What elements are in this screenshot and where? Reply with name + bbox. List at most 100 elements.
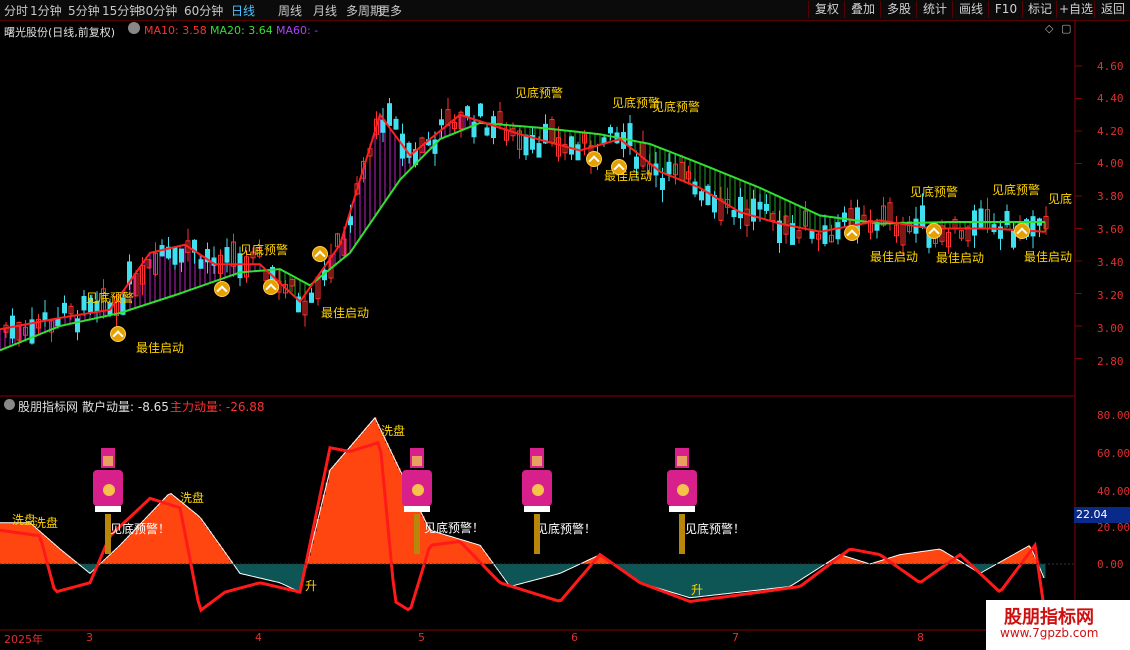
candle-body <box>393 118 399 130</box>
wash-label: 洗盘 <box>180 491 205 505</box>
candle-body <box>523 134 529 156</box>
date-label: 3 <box>86 631 93 644</box>
candle-body <box>835 222 841 240</box>
rise-label: 升 <box>305 579 318 593</box>
candle-body <box>699 191 704 201</box>
warning-label: 见底预警 <box>86 291 135 305</box>
wash-label: 洗盘 <box>34 516 59 530</box>
ma10-line <box>0 112 1046 331</box>
start-marker-icon <box>312 246 328 262</box>
candle-body <box>978 208 984 229</box>
y-tick: 3.00 <box>1097 322 1124 335</box>
date-label: 4 <box>255 631 262 644</box>
retail-momentum-label: 散户动量: -8.65 <box>82 400 169 414</box>
candle-body <box>809 230 815 239</box>
candle-body <box>569 136 574 155</box>
candle-body <box>198 259 204 269</box>
y-tick: 3.60 <box>1097 223 1124 236</box>
ma20-line <box>0 121 1045 352</box>
date-label: 6 <box>571 631 578 644</box>
candle-body <box>731 209 737 218</box>
candle-body <box>309 292 314 303</box>
candle-body <box>764 203 769 211</box>
candle-body <box>55 318 61 326</box>
date-label: 7 <box>732 631 739 644</box>
chevron-down-icon[interactable] <box>4 399 15 410</box>
start-marker-icon <box>1014 223 1030 239</box>
candle-body <box>179 248 184 263</box>
warning-text: 见底预警！ <box>110 522 171 536</box>
y-tick: 3.40 <box>1097 256 1124 269</box>
candle-body <box>75 318 80 333</box>
candle-body <box>660 177 665 190</box>
y-tick: 3.20 <box>1097 289 1124 302</box>
candle-body <box>692 181 698 195</box>
warning-label: 见底预警 <box>910 185 959 199</box>
warning-text: 见底预警！ <box>424 521 485 535</box>
candle-body <box>666 161 672 175</box>
candle-body <box>842 212 847 222</box>
candle-body <box>575 144 581 161</box>
start-label: 最佳启动 <box>1024 250 1073 264</box>
warning-text: 见底预警！ <box>685 522 746 536</box>
date-label: 8 <box>917 631 924 644</box>
candle-body <box>608 127 613 134</box>
candle-body <box>224 247 230 263</box>
candle-body <box>484 127 490 136</box>
candle-body <box>822 225 828 245</box>
date-label: 2025年 <box>4 633 43 646</box>
watermark-logo: 股朋指标网 www.7gpzb.com <box>986 600 1130 650</box>
candle-body <box>920 205 925 228</box>
start-label: 最佳启动 <box>136 341 185 355</box>
wash-label: 洗盘 <box>12 513 37 527</box>
start-label: 最佳启动 <box>870 250 919 264</box>
y-tick: 4.00 <box>1097 157 1124 170</box>
warning-text: 见底预警！ <box>536 522 597 536</box>
start-marker-icon <box>214 281 230 297</box>
wash-label: 洗盘 <box>381 424 406 438</box>
indicator-y-tick: 60.00 <box>1097 447 1130 460</box>
y-tick: 4.20 <box>1097 125 1124 138</box>
start-marker-icon <box>263 279 279 295</box>
kline-chart[interactable] <box>0 0 1130 650</box>
candle-body <box>757 201 763 210</box>
warning-label: 见底预警 <box>652 100 701 114</box>
warning-label: 见底预警 <box>240 243 289 257</box>
indicator-y-tick: 80.00 <box>1097 409 1130 422</box>
warning-label: 见底预警 <box>515 86 564 100</box>
candle-body <box>738 196 743 219</box>
candle-body <box>1030 216 1036 237</box>
y-tick: 4.60 <box>1097 60 1124 73</box>
indicator-name: 股朋指标网 <box>18 400 79 414</box>
warning-label-edge: 见底 <box>1048 192 1073 206</box>
main-momentum-label: 主力动量: -26.88 <box>170 400 265 414</box>
rise-label: 升 <box>691 583 704 597</box>
candle-body <box>972 210 977 236</box>
candle-body <box>62 302 67 314</box>
candle-body <box>705 185 711 206</box>
start-marker-icon <box>586 151 602 167</box>
candle-body <box>439 119 444 126</box>
indicator-y-tick: 0.00 <box>1097 558 1124 571</box>
start-label: 最佳启动 <box>936 251 985 265</box>
indicator-y-tick: 40.00 <box>1097 485 1130 498</box>
candle-body <box>478 103 483 117</box>
date-label: 5 <box>418 631 425 644</box>
y-tick: 3.80 <box>1097 190 1124 203</box>
start-marker-icon <box>611 159 627 175</box>
y-tick: 4.40 <box>1097 92 1124 105</box>
current-value-badge: 22.04 <box>1074 507 1130 523</box>
logo-url: www.7gpzb.com <box>1000 626 1099 640</box>
candle-body <box>465 106 470 117</box>
candle-body <box>172 246 178 265</box>
start-marker-icon <box>110 326 126 342</box>
y-tick: 2.80 <box>1097 355 1124 368</box>
start-label: 最佳启动 <box>321 306 370 320</box>
start-marker-icon <box>926 223 942 239</box>
candle-body <box>627 123 633 147</box>
warning-label: 见底预警 <box>992 183 1041 197</box>
candle-body <box>536 143 542 158</box>
candle-body <box>751 198 756 222</box>
candle-body <box>387 103 392 126</box>
start-marker-icon <box>844 225 860 241</box>
